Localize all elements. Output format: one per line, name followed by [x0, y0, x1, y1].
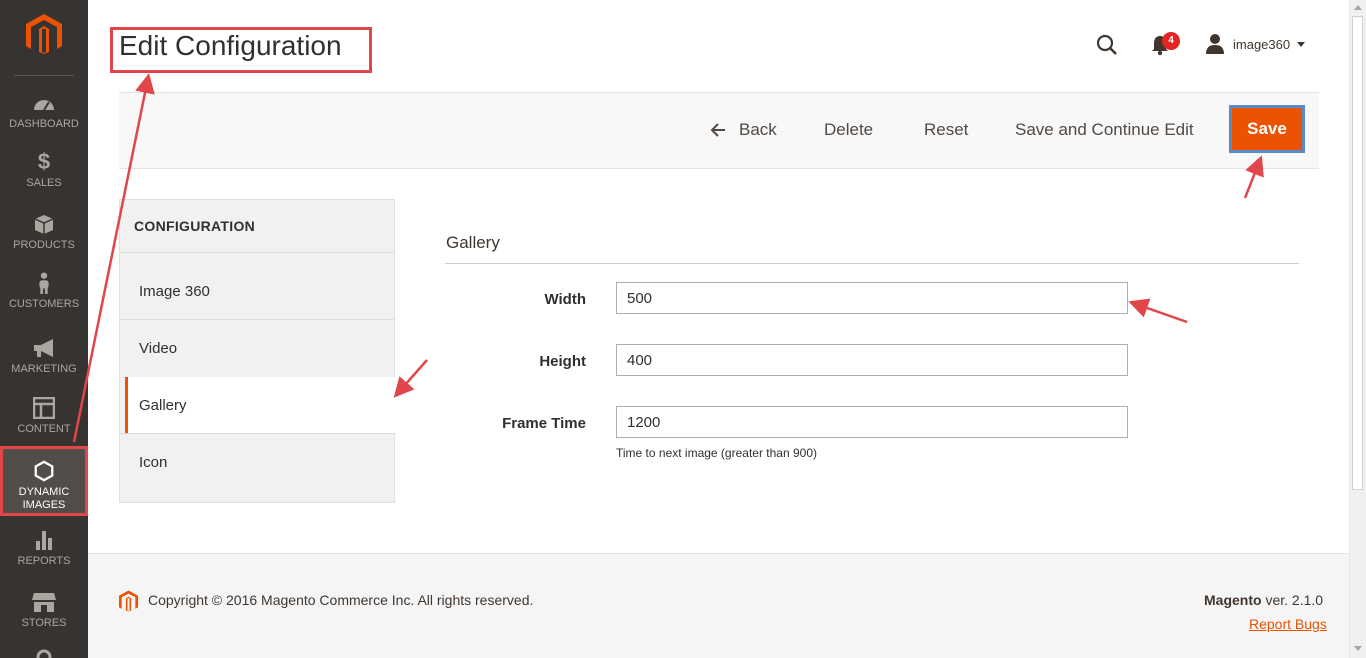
- sidebar-item-dashboard[interactable]: DASHBOARD: [0, 92, 88, 131]
- scroll-down-arrow-icon[interactable]: [1354, 646, 1362, 651]
- version-text: Magento ver. 2.1.0: [1204, 592, 1323, 608]
- bar-chart-icon: [36, 531, 52, 550]
- sidebar-item-label: REPORTS: [17, 555, 71, 567]
- user-icon[interactable]: [1205, 33, 1225, 55]
- annotation-box-title: [110, 27, 372, 73]
- scroll-up-arrow-icon[interactable]: [1354, 5, 1362, 10]
- notifications-badge[interactable]: 4: [1162, 32, 1180, 50]
- sidebar-item-customers[interactable]: CUSTOMERS: [0, 272, 88, 311]
- user-menu-name[interactable]: image360: [1233, 37, 1290, 52]
- divider: [120, 252, 394, 253]
- config-nav-item-icon[interactable]: Icon: [139, 454, 167, 471]
- sidebar-item-label: STORES: [21, 617, 67, 629]
- copyright-text: Copyright © 2016 Magento Commerce Inc. A…: [148, 592, 534, 608]
- scrollbar-thumb[interactable]: [1352, 16, 1363, 490]
- reset-button[interactable]: Reset: [924, 120, 968, 140]
- arrow-to-gallery: [393, 359, 428, 398]
- sidebar-item-label: DASHBOARD: [9, 118, 79, 130]
- store-icon: [32, 593, 56, 612]
- divider: [120, 319, 394, 320]
- configuration-nav-title: CONFIGURATION: [134, 218, 256, 234]
- frame-time-label: Frame Time: [502, 415, 586, 432]
- frame-time-input[interactable]: [616, 406, 1128, 438]
- sidebar-item-label: CONTENT: [17, 423, 71, 435]
- config-nav-item-image-360[interactable]: Image 360: [139, 283, 210, 300]
- sidebar-item-products[interactable]: PRODUCTS: [0, 213, 88, 252]
- width-label: Width: [544, 291, 586, 308]
- layout-icon: [33, 397, 55, 419]
- dollar-icon: $: [37, 149, 51, 174]
- section-title[interactable]: Gallery: [446, 233, 500, 253]
- annotation-box-dynamic-images: [0, 446, 88, 516]
- magento-logo-icon[interactable]: [26, 14, 62, 54]
- sidebar-item-sales[interactable]: $ SALES: [0, 151, 88, 190]
- admin-sidebar: DASHBOARD $ SALES PRODUCTS CUSTOMERS MAR…: [0, 0, 88, 658]
- version-number: ver. 2.1.0: [1261, 592, 1324, 608]
- arrow-left-icon[interactable]: [710, 123, 726, 137]
- save-and-continue-button[interactable]: Save and Continue Edit: [1015, 120, 1194, 140]
- chevron-down-icon[interactable]: [1297, 42, 1305, 47]
- save-button[interactable]: Save: [1229, 105, 1305, 153]
- sidebar-item-label: SALES: [26, 177, 62, 189]
- box-icon: [34, 215, 54, 234]
- sidebar-item-stores[interactable]: STORES: [0, 591, 88, 630]
- report-bugs-link[interactable]: Report Bugs: [1249, 616, 1327, 632]
- dashboard-icon: [34, 100, 54, 111]
- divider: [120, 433, 394, 434]
- back-button[interactable]: Back: [739, 120, 777, 140]
- person-icon: [39, 272, 49, 294]
- megaphone-icon: [34, 339, 53, 357]
- product-name: Magento: [1204, 592, 1262, 608]
- search-icon[interactable]: [1096, 34, 1118, 56]
- delete-button[interactable]: Delete: [824, 120, 873, 140]
- sidebar-item-reports[interactable]: REPORTS: [0, 529, 88, 568]
- logo-divider: [14, 75, 74, 76]
- sidebar-item-label: MARKETING: [11, 363, 77, 375]
- sidebar-item-label: CUSTOMERS: [8, 298, 80, 310]
- config-nav-item-gallery[interactable]: Gallery: [139, 397, 187, 414]
- sidebar-item-label: PRODUCTS: [13, 239, 75, 251]
- magento-logo-icon: [119, 590, 138, 612]
- gear-icon[interactable]: [35, 648, 53, 658]
- height-input[interactable]: [616, 344, 1128, 376]
- width-input[interactable]: [616, 282, 1128, 314]
- config-nav-item-video[interactable]: Video: [139, 340, 177, 357]
- sidebar-item-content[interactable]: CONTENT: [0, 397, 88, 436]
- section-divider: [445, 263, 1299, 264]
- frame-time-note: Time to next image (greater than 900): [616, 446, 817, 460]
- arrow-to-width: [1128, 298, 1188, 324]
- height-label: Height: [539, 353, 586, 370]
- sidebar-item-marketing[interactable]: MARKETING: [0, 337, 88, 376]
